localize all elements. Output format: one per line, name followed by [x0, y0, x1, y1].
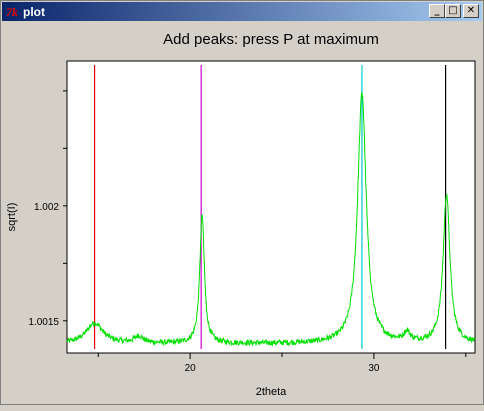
minimize-button[interactable]: _ — [429, 4, 445, 18]
title-bar[interactable]: 7k plot _ □ ✕ — [2, 2, 482, 21]
x-axis-label: 2theta — [256, 386, 287, 398]
chart-title: Add peaks: press P at maximum — [163, 31, 379, 48]
x-tick-label: 20 — [185, 363, 197, 374]
window-title: plot — [23, 4, 45, 19]
tk-app-icon: 7k — [6, 4, 18, 19]
y-tick-label: 1.0015 — [28, 317, 59, 328]
y-tick-label: 1.002 — [34, 202, 59, 213]
y-axis-label: sqrt(I) — [6, 203, 18, 232]
window-controls: _ □ ✕ — [429, 4, 479, 18]
x-tick-label: 30 — [368, 363, 380, 374]
plot-window: 7k plot _ □ ✕ Add peaks: press P at maxi… — [0, 0, 484, 405]
chart-svg[interactable]: Add peaks: press P at maximum 20 30 1.0015… — [1, 21, 484, 406]
close-button[interactable]: ✕ — [463, 4, 479, 18]
plot-frame — [66, 60, 476, 354]
plot-area: Add peaks: press P at maximum 20 30 1.0015… — [1, 21, 484, 406]
maximize-button[interactable]: □ — [445, 4, 461, 18]
